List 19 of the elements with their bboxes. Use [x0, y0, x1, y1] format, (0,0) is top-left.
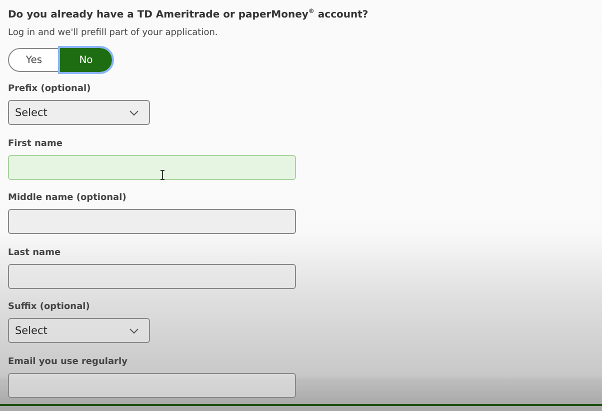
input-field[interactable]	[8, 264, 296, 289]
toggle-option[interactable]: Yes	[8, 48, 60, 72]
field-label: Last name	[8, 248, 62, 259]
toggle-option[interactable]: No	[60, 48, 112, 72]
question-heading: Do you already have a TD Ameritrade or paperMoney$^{®}$ account?	[8, 7, 370, 22]
field-label: Prefix (optional)	[8, 84, 92, 96]
input-field[interactable]	[8, 372, 296, 398]
input-field[interactable]	[8, 154, 296, 180]
field-label: First name	[8, 138, 64, 150]
question-subtitle: Log in and we'll prefill part of your application.	[8, 27, 219, 40]
chevron-icon	[129, 110, 139, 116]
field-label: Suffix (optional)	[8, 302, 91, 314]
chevron-icon	[129, 328, 139, 334]
text-cursor-icon	[160, 170, 165, 180]
field-label: Email you use regularly	[8, 356, 128, 368]
field-label: Middle name (optional)	[8, 193, 128, 204]
input-field[interactable]	[8, 209, 296, 234]
select-dropdown[interactable]: Select	[8, 100, 150, 126]
select-dropdown[interactable]: Select	[8, 318, 150, 344]
